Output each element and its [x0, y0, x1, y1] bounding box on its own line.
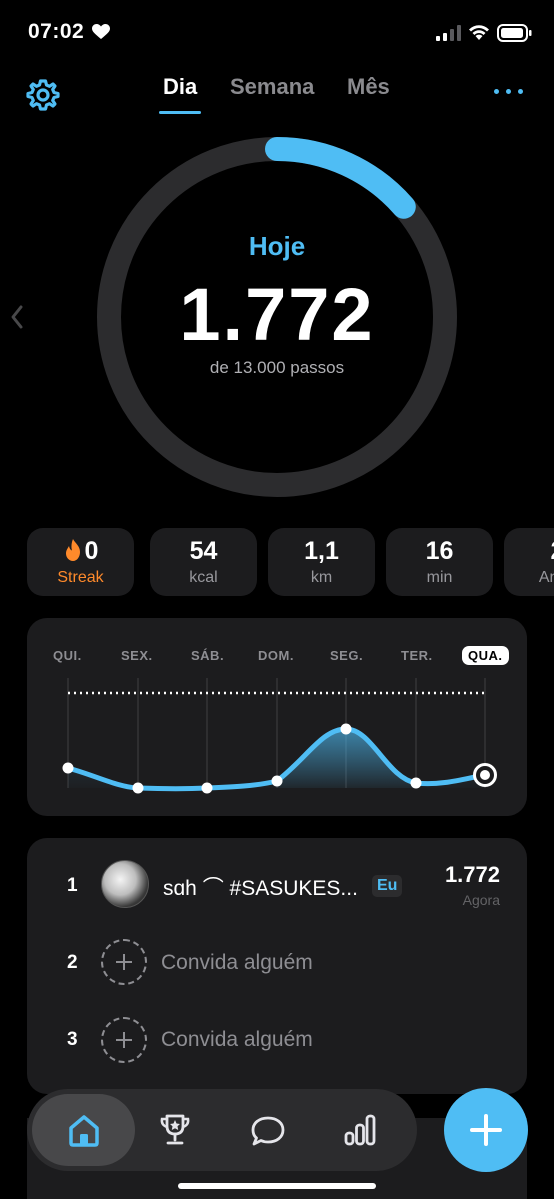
streak-value: 0	[84, 537, 99, 565]
wifi-icon	[469, 25, 489, 40]
point-dom	[271, 775, 283, 787]
more-dots-icon[interactable]	[494, 89, 524, 99]
point-ter	[410, 777, 422, 789]
point-sex	[132, 782, 144, 794]
leaderboard: 1 sɑh ⌒ #SASUKES... Eu 1.772 Agora 2 Con…	[27, 838, 527, 1094]
user-steps: 1.772	[444, 862, 500, 887]
tab-bar	[27, 1089, 417, 1171]
chat-icon[interactable]	[249, 1114, 287, 1148]
user-name: sɑh ⌒ #SASUKES...	[163, 877, 358, 900]
stat-streak[interactable]: 0 Streak	[27, 528, 134, 596]
status-bar: 07:02	[0, 0, 554, 66]
avatar[interactable]	[101, 860, 149, 908]
walking-label: Anda	[538, 569, 554, 586]
user-updated-time: Agora	[462, 892, 500, 908]
distance-value: 1,1	[304, 537, 339, 565]
tab-dia[interactable]: Dia	[163, 74, 197, 100]
signal-icon	[436, 25, 461, 41]
nav-home-button[interactable]	[32, 1094, 135, 1166]
stats-row: 0 Streak 54 kcal 1,1 km 16 min 2 Anda	[27, 528, 554, 596]
step-count: 1.772	[179, 273, 375, 356]
distance-label: km	[310, 569, 333, 586]
stat-distance[interactable]: 1,1 km	[268, 528, 375, 596]
rank-number: 2	[67, 952, 78, 973]
point-qui	[62, 762, 74, 774]
day-gridlines	[67, 678, 486, 788]
point-sab	[201, 782, 213, 794]
step-goal: de 13.000 passos	[209, 358, 345, 377]
tab-mes[interactable]: Mês	[347, 74, 390, 100]
week-chart[interactable]: QUI. SEX. SÁB. DOM. SEG. TER. QUA.	[27, 618, 527, 816]
kcal-value: 54	[189, 537, 218, 565]
rank-number: 1	[67, 875, 78, 896]
stat-walking[interactable]: 2 Anda	[504, 528, 554, 596]
week-line-chart	[62, 678, 497, 794]
rank-number: 3	[67, 1029, 78, 1050]
invite-label[interactable]: Convida alguém	[161, 951, 313, 975]
add-user-icon[interactable]	[101, 939, 147, 985]
me-badge: Eu	[372, 875, 403, 897]
ring-label: Hoje	[248, 231, 306, 261]
tab-underline	[159, 111, 201, 114]
add-user-icon[interactable]	[101, 1017, 147, 1063]
home-indicator	[178, 1183, 376, 1189]
battery-icon	[497, 24, 532, 42]
heart-icon	[92, 24, 110, 39]
streak-label: Streak	[57, 569, 104, 586]
invite-label[interactable]: Convida alguém	[161, 1028, 313, 1052]
minutes-value: 16	[425, 537, 454, 565]
status-time: 07:02	[28, 20, 85, 43]
add-button[interactable]	[444, 1088, 528, 1172]
stat-minutes[interactable]: 16 min	[386, 528, 493, 596]
stat-kcal[interactable]: 54 kcal	[150, 528, 257, 596]
kcal-label: kcal	[189, 569, 218, 586]
chevron-left-icon[interactable]	[8, 304, 26, 330]
stats-icon[interactable]	[342, 1113, 378, 1147]
walking-value: 2	[504, 537, 554, 566]
trophy-icon[interactable]	[158, 1113, 192, 1147]
point-seg	[340, 723, 352, 735]
minutes-label: min	[426, 569, 453, 586]
peak-fill	[277, 729, 416, 788]
flame-icon	[65, 539, 80, 561]
tab-semana[interactable]: Semana	[230, 74, 314, 100]
home-icon	[69, 1115, 99, 1147]
period-tabs: Dia Semana Mês	[0, 70, 554, 120]
